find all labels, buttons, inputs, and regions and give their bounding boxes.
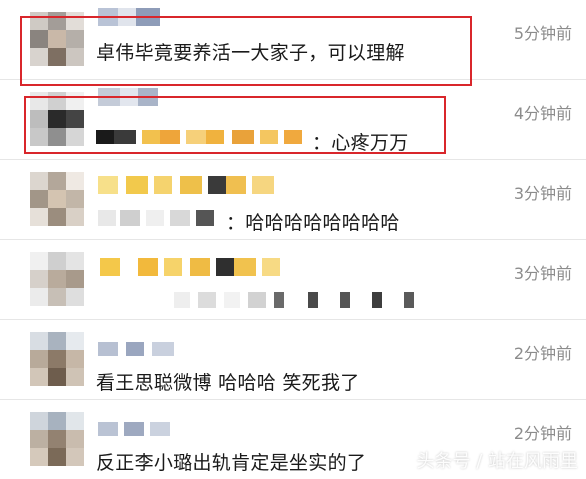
comment-item: ：心疼万万 4分钟前 — [0, 80, 586, 160]
comment-text: ：哈哈哈哈哈哈哈哈 — [226, 212, 400, 234]
avatar[interactable] — [30, 332, 84, 386]
comment-item: 3分钟前 — [0, 240, 586, 320]
avatar[interactable] — [30, 172, 84, 226]
comment-timestamp: 5分钟前 — [513, 24, 572, 43]
avatar[interactable] — [30, 92, 84, 146]
comment-text: 反正李小璐出轨肯定是坐实的了 — [96, 452, 367, 474]
comment-timestamp: 2分钟前 — [513, 344, 572, 363]
comment-item: 卓伟毕竟要养活一大家子，可以理解 5分钟前 — [0, 0, 586, 80]
comment-timestamp: 2分钟前 — [513, 424, 572, 443]
comment-item: 看王思聪微博 哈哈哈 笑死我了 2分钟前 — [0, 320, 586, 400]
avatar[interactable] — [30, 252, 84, 306]
comment-timestamp: 3分钟前 — [513, 184, 572, 203]
comment-item: ：哈哈哈哈哈哈哈哈 3分钟前 — [0, 160, 586, 240]
comment-text: ：心疼万万 — [312, 132, 409, 154]
avatar[interactable] — [30, 12, 84, 66]
watermark: 头条号 / 站在风雨里 — [416, 451, 578, 472]
comment-timestamp: 4分钟前 — [513, 104, 572, 123]
comment-text: 卓伟毕竟要养活一大家子，可以理解 — [96, 42, 405, 64]
avatar[interactable] — [30, 412, 84, 466]
comment-text: 看王思聪微博 哈哈哈 笑死我了 — [96, 372, 360, 394]
comment-timestamp: 3分钟前 — [513, 264, 572, 283]
